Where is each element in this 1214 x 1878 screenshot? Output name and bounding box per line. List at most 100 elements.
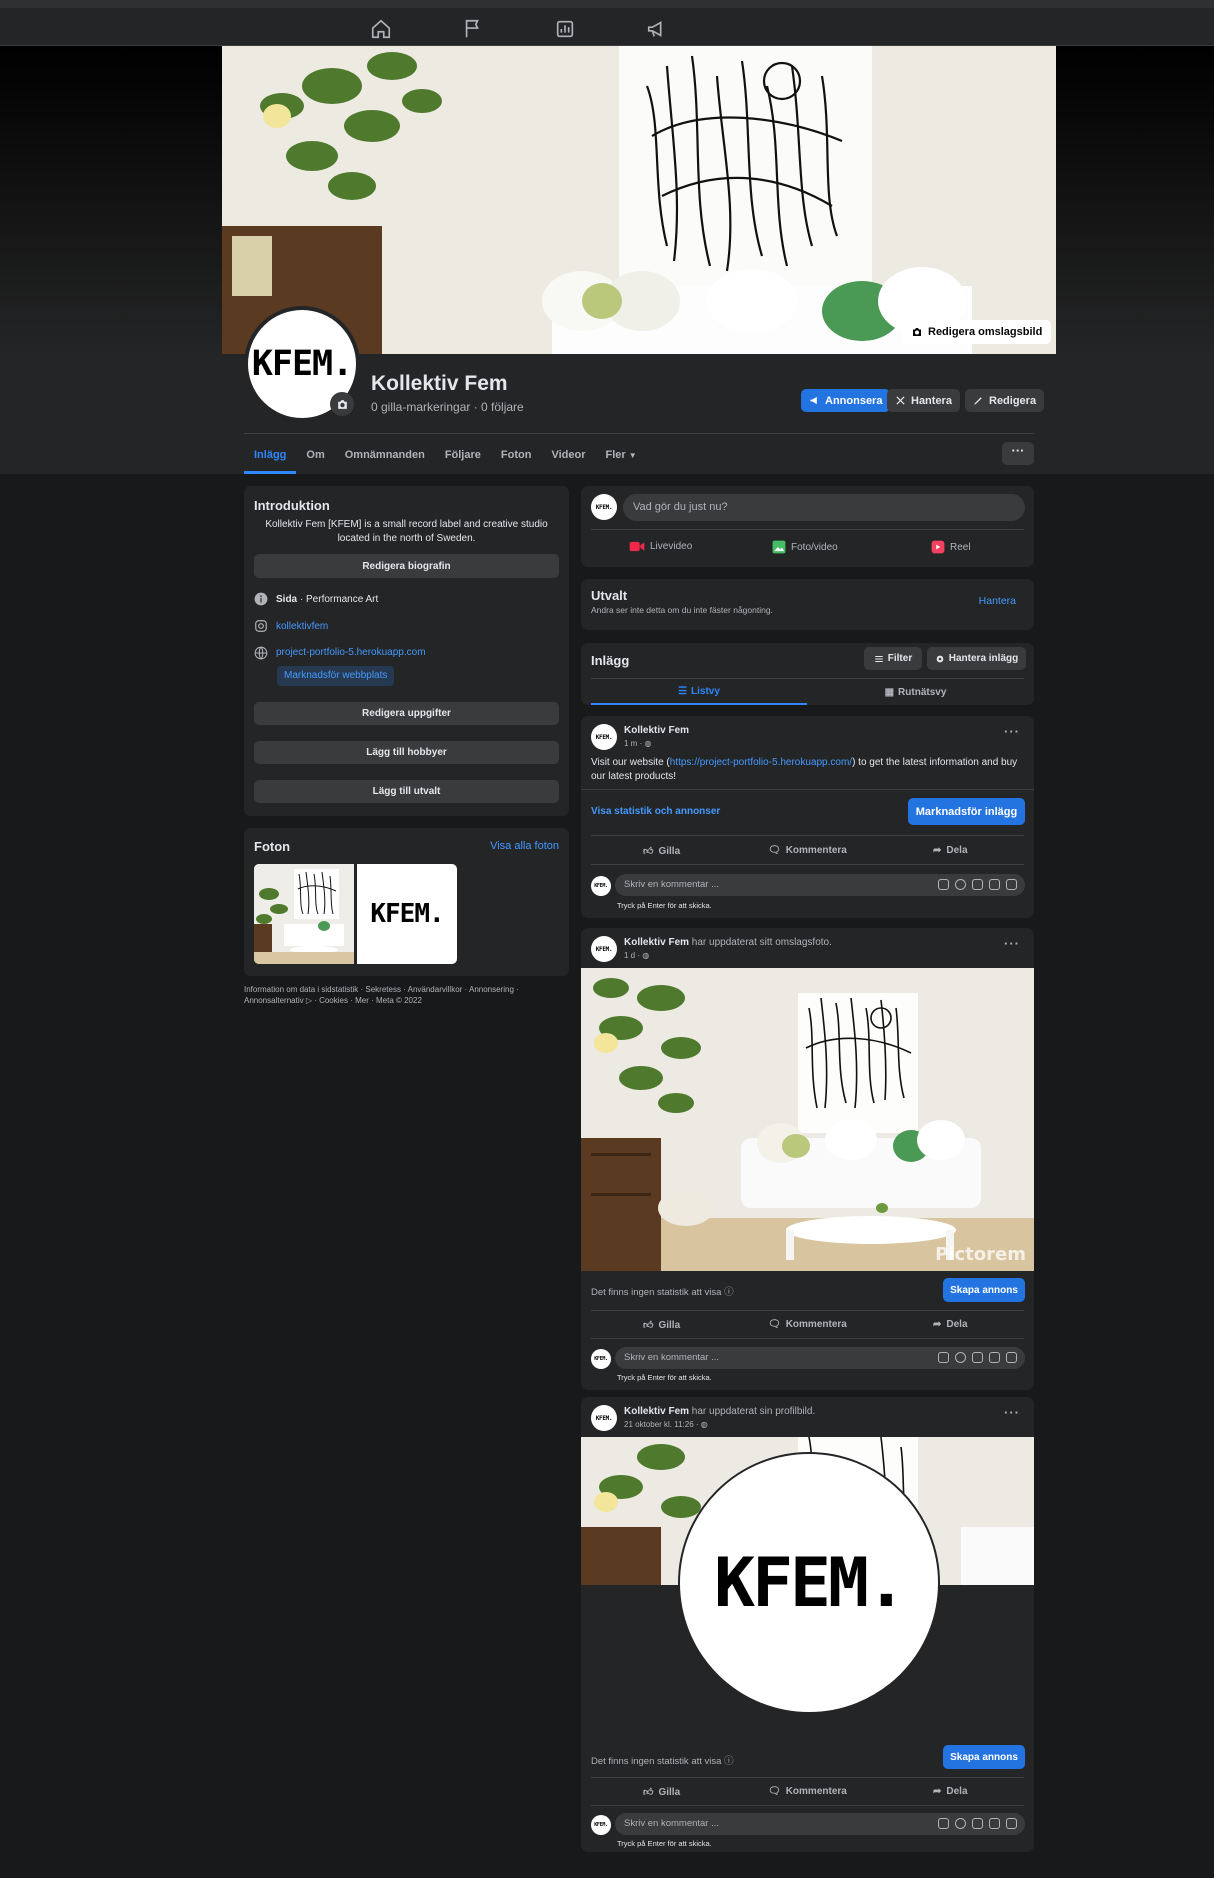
post-options-button[interactable]: ··· — [1004, 1405, 1020, 1420]
like-button[interactable]: 👍︎ Gilla — [643, 1319, 680, 1332]
post-meta: 1 m · ◍ — [624, 739, 651, 748]
cover-image — [222, 46, 1056, 354]
page-title: Kollektiv Fem — [371, 372, 508, 395]
sticker-icon[interactable] — [938, 1352, 949, 1363]
camera-icon[interactable] — [972, 879, 983, 890]
no-stats-text: Det finns ingen statistik att visa ⓘ — [591, 1284, 734, 1298]
gif-icon[interactable] — [989, 879, 1000, 890]
globe-icon: ◍ — [642, 951, 650, 960]
like-button[interactable]: 👍︎ Gilla — [643, 1786, 680, 1799]
post-options-button[interactable]: ··· — [1004, 724, 1020, 739]
view-stats-link[interactable]: Visa statistik och annonser — [591, 806, 720, 817]
home-icon[interactable] — [370, 18, 392, 40]
post-avatar[interactable]: KFEM. — [591, 724, 617, 750]
share-icon: ➦ — [933, 845, 942, 856]
create-ad-button[interactable]: Skapa annons — [943, 1745, 1025, 1769]
photo-video-button[interactable]: Foto/video — [772, 540, 838, 554]
more-options-button[interactable]: ··· — [1002, 442, 1034, 465]
camera-icon[interactable] — [972, 1352, 983, 1363]
change-profile-picture-button[interactable] — [330, 392, 354, 416]
comment-tools — [938, 1818, 1017, 1829]
insights-icon[interactable] — [554, 18, 576, 40]
post-avatar[interactable]: KFEM. — [591, 936, 617, 962]
create-ad-button[interactable]: Skapa annons — [943, 1278, 1025, 1302]
photo-thumbnail-cover[interactable] — [254, 864, 354, 964]
tab-more[interactable]: Fler ▼ — [595, 436, 646, 474]
edit-cover-button[interactable]: Redigera omslagsbild — [902, 320, 1052, 344]
post-author[interactable]: Kollektiv Fem — [624, 725, 689, 736]
post-author-name[interactable]: Kollektiv Fem — [624, 1406, 689, 1417]
cover-photo[interactable] — [222, 46, 1056, 354]
tab-videos[interactable]: Videor — [541, 436, 595, 474]
post-author-name[interactable]: Kollektiv Fem — [624, 937, 689, 948]
filter-button[interactable]: Filter — [864, 647, 922, 670]
footer-links[interactable]: Information om data i sidstatistik · Sek… — [244, 984, 564, 1006]
tab-followers[interactable]: Följare — [435, 436, 491, 474]
tab-mentions[interactable]: Omnämnanden — [335, 436, 435, 474]
flag-icon[interactable] — [462, 18, 484, 40]
camera-icon[interactable] — [972, 1818, 983, 1829]
comment-input[interactable]: Skriv en kommentar ... — [615, 1813, 1025, 1835]
composer-avatar[interactable]: KFEM. — [591, 494, 617, 520]
share-icon: ➦ — [933, 1786, 942, 1797]
reel-button[interactable]: Reel — [931, 540, 971, 554]
sticker-icon[interactable] — [938, 879, 949, 890]
post-link[interactable]: https://project-portfolio-5.herokuapp.co… — [670, 757, 852, 768]
megaphone-icon[interactable] — [646, 18, 668, 40]
photo-video-label: Foto/video — [791, 541, 838, 553]
share-button[interactable]: ➦ Dela — [933, 845, 968, 856]
sticker-icon[interactable] — [938, 1818, 949, 1829]
share-button[interactable]: ➦ Dela — [933, 1319, 968, 1330]
photo-logo-text: KFEM. — [370, 899, 444, 929]
tab-posts[interactable]: Inlägg — [244, 436, 297, 474]
website-link[interactable]: project-portfolio-5.herokuapp.com — [276, 647, 426, 658]
emoji-icon[interactable] — [955, 1818, 966, 1829]
see-all-photos-link[interactable]: Visa alla foton — [490, 840, 559, 852]
post-options-button[interactable]: ··· — [1004, 936, 1020, 951]
post-author-name: Kollektiv Fem — [624, 725, 690, 736]
emoji-icon[interactable] — [955, 1352, 966, 1363]
info-icon: ⓘ — [724, 1756, 734, 1767]
post-avatar[interactable]: KFEM. — [591, 1405, 617, 1431]
edit-page-button[interactable]: Redigera — [965, 389, 1045, 412]
comment-button[interactable]: 🗨︎ Kommentera — [768, 1786, 847, 1797]
like-button[interactable]: 👍︎ Gilla — [643, 845, 680, 858]
tab-photos[interactable]: Foton — [491, 436, 542, 474]
emoji-icon[interactable] — [955, 879, 966, 890]
comment-input[interactable]: Skriv en kommentar ... — [615, 874, 1025, 896]
edit-details-button[interactable]: Redigera uppgifter — [254, 702, 559, 725]
comment-button[interactable]: 🗨︎ Kommentera — [768, 1319, 847, 1330]
composer-input[interactable]: Vad gör du just nu? — [623, 494, 1025, 521]
add-hobbies-button[interactable]: Lägg till hobbyer — [254, 741, 559, 764]
live-video-label: Livevideo — [650, 541, 693, 552]
avatar-sticker-icon[interactable] — [1006, 879, 1017, 890]
promote-post-button[interactable]: Marknadsför inlägg — [908, 798, 1025, 825]
promote-website-button[interactable]: Marknadsför webbplats — [277, 666, 395, 686]
no-stats-text: Det finns ingen statistik att visa ⓘ — [591, 1753, 734, 1767]
gif-icon[interactable] — [989, 1352, 1000, 1363]
gif-icon[interactable] — [989, 1818, 1000, 1829]
avatar-sticker-icon[interactable] — [1006, 1818, 1017, 1829]
live-video-button[interactable]: Livevideo — [629, 540, 692, 553]
post-text: Visit our website (https://project-portf… — [591, 756, 1024, 784]
manage-button[interactable]: Hantera — [887, 389, 960, 412]
manage-featured-link[interactable]: Hantera — [979, 595, 1016, 607]
comment-button[interactable]: 🗨︎ Kommentera — [768, 845, 847, 856]
post-image[interactable]: KFEM. — [581, 1437, 1034, 1737]
globe-icon: ◍ — [700, 1420, 708, 1429]
grid-view-tab[interactable]: ▦ Rutnätsvy — [807, 679, 1024, 705]
globe-icon — [254, 646, 268, 660]
advertise-button[interactable]: Annonsera — [801, 389, 891, 412]
list-view-tab[interactable]: ☰ Listvy — [591, 679, 807, 705]
instagram-link[interactable]: kollektivfem — [276, 621, 328, 632]
photo-thumbnail-logo[interactable]: KFEM. — [357, 864, 457, 964]
add-featured-button[interactable]: Lägg till utvalt — [254, 780, 559, 803]
grid-view-label: Rutnätsvy — [898, 686, 947, 698]
tab-about[interactable]: Om — [296, 436, 334, 474]
share-button[interactable]: ➦ Dela — [933, 1786, 968, 1797]
comment-input[interactable]: Skriv en kommentar ... — [615, 1347, 1025, 1369]
manage-posts-button[interactable]: Hantera inlägg — [927, 647, 1026, 670]
post-image[interactable]: Pictorem — [581, 968, 1034, 1271]
avatar-sticker-icon[interactable] — [1006, 1352, 1017, 1363]
edit-bio-button[interactable]: Redigera biografin — [254, 554, 559, 578]
